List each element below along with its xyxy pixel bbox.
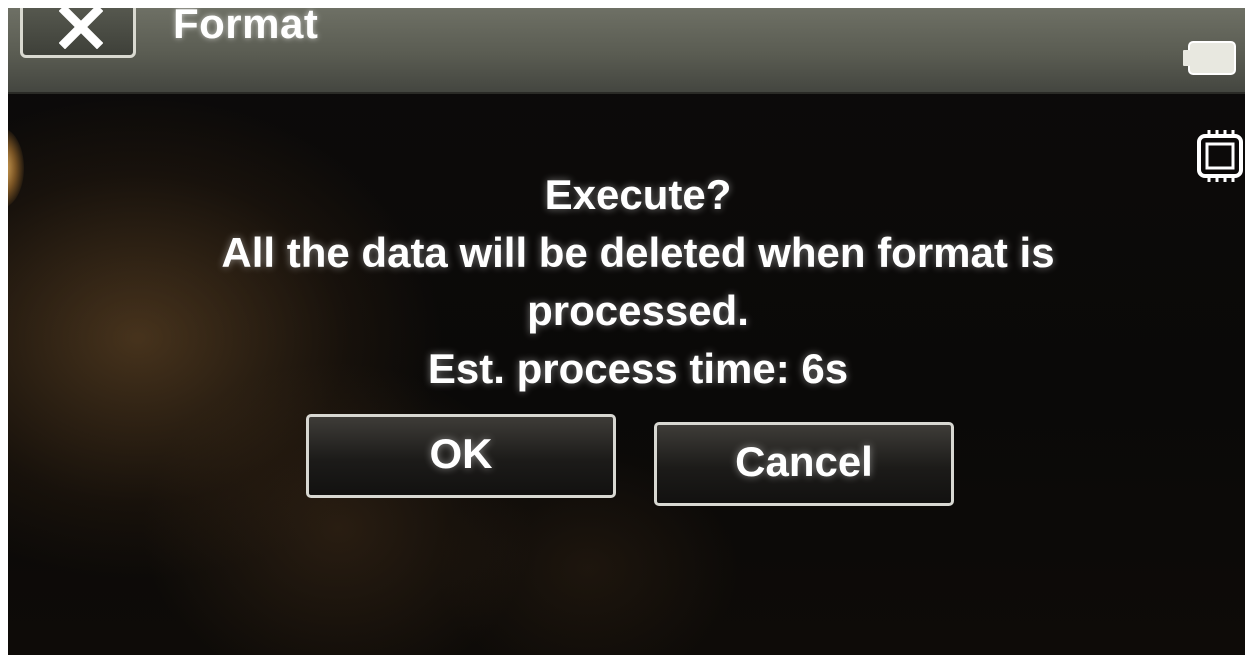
dialog-message-line-2: processed. <box>527 287 749 334</box>
page-title: Format <box>173 8 319 47</box>
estimated-time: Est. process time: 6s <box>427 345 849 392</box>
light-glare <box>8 128 24 208</box>
close-icon <box>59 8 103 49</box>
ok-button[interactable]: OK <box>306 414 616 498</box>
dialog-message-line-1: All the data will be deleted when format… <box>221 229 1055 276</box>
header-bar: Format <box>8 8 1245 94</box>
cancel-button[interactable]: Cancel <box>654 422 954 506</box>
close-button[interactable] <box>20 8 136 58</box>
camera-screen: Format Execute? All the data will be del… <box>8 8 1245 655</box>
dialog-question: Execute? <box>544 171 732 218</box>
memory-card-icon <box>1197 130 1243 182</box>
format-confirm-message: Execute? All the data will be deleted wh… <box>148 166 1128 398</box>
battery-icon <box>1183 41 1236 75</box>
